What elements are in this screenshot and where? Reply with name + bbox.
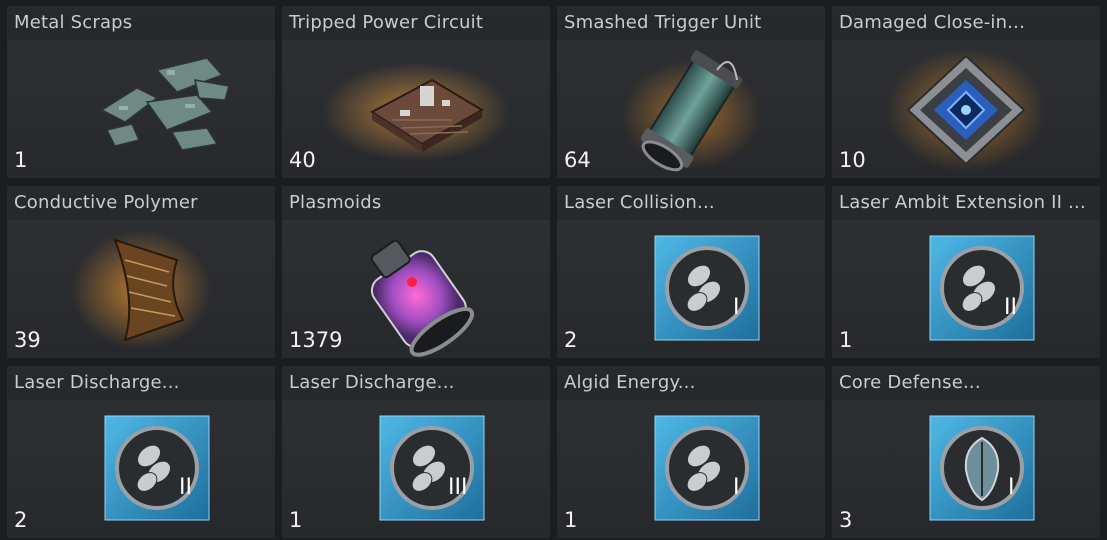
item-count: 1 [14,148,28,172]
polymer-ribbon-icon [7,220,275,358]
item-count: 1 [289,508,303,532]
tier-label: II [179,475,192,500]
tier-label: I [733,475,740,500]
item-name: Laser Discharge... [282,366,550,400]
circuit-board-icon [282,40,550,178]
item-count: 1379 [289,328,343,352]
item-name: Core Defense... [832,366,1100,400]
inventory-grid: Metal Scraps 1 Tripped Power Circuit 40 … [0,0,1107,540]
item-count: 40 [289,148,316,172]
item-count: 1 [564,508,578,532]
shield-blueprint-icon: I [832,400,1100,538]
item-name: Laser Ambit Extension II ... [832,186,1100,220]
item-name: Laser Collision... [557,186,825,220]
item-slot[interactable]: Laser Ambit Extension II ... II 1 [832,186,1100,358]
item-slot[interactable]: Plasmoids 1379 [282,186,550,358]
item-slot[interactable]: Conductive Polymer 39 [7,186,275,358]
laser-blueprint-icon: III [282,400,550,538]
laser-blueprint-icon: I [557,220,825,358]
item-slot[interactable]: Laser Discharge... III 1 [282,366,550,538]
item-name: Algid Energy... [557,366,825,400]
item-name: Damaged Close-in... [832,6,1100,40]
item-slot[interactable]: Core Defense... I 3 [832,366,1100,538]
item-count: 1 [839,328,853,352]
item-slot[interactable]: Laser Collision... I 2 [557,186,825,358]
item-count: 10 [839,148,866,172]
tier-label: I [733,295,740,320]
item-slot[interactable]: Damaged Close-in... 10 [832,6,1100,178]
tier-label: II [1004,295,1017,320]
item-name: Smashed Trigger Unit [557,6,825,40]
item-name: Laser Discharge... [7,366,275,400]
item-name: Tripped Power Circuit [282,6,550,40]
item-slot[interactable]: Algid Energy... I 1 [557,366,825,538]
item-name: Conductive Polymer [7,186,275,220]
laser-blueprint-icon: I [557,400,825,538]
tier-label: I [1008,475,1015,500]
metal-scraps-icon [7,40,275,178]
item-count: 3 [839,508,853,532]
item-name: Metal Scraps [7,6,275,40]
item-slot[interactable]: Metal Scraps 1 [7,6,275,178]
trigger-canister-icon [557,40,825,178]
item-count: 64 [564,148,591,172]
item-count: 2 [564,328,578,352]
chip-module-icon [832,40,1100,178]
item-name: Plasmoids [282,186,550,220]
item-slot[interactable]: Smashed Trigger Unit 64 [557,6,825,178]
laser-blueprint-icon: II [7,400,275,538]
item-slot[interactable]: Tripped Power Circuit 40 [282,6,550,178]
item-count: 39 [14,328,41,352]
tier-label: III [448,475,467,500]
item-slot[interactable]: Laser Discharge... II 2 [7,366,275,538]
laser-blueprint-icon: II [832,220,1100,358]
item-count: 2 [14,508,28,532]
